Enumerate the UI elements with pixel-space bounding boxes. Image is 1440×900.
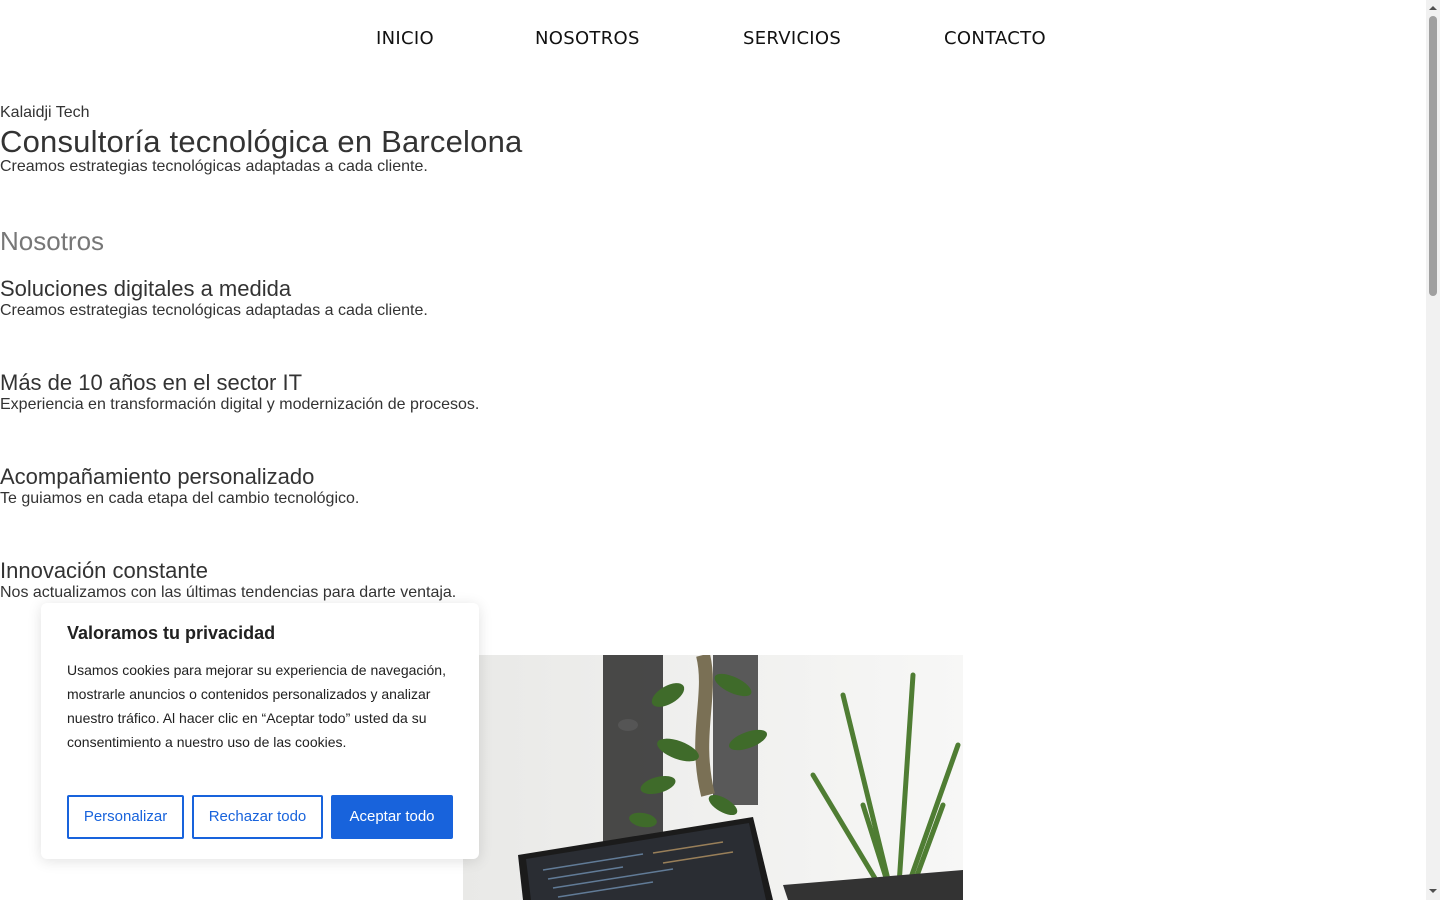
nav-link-nosotros[interactable]: NOSOTROS <box>535 28 640 49</box>
feature-title: Más de 10 años en el sector IT <box>0 370 303 395</box>
feature-title: Soluciones digitales a medida <box>0 276 292 301</box>
scroll-down-arrow-icon[interactable] <box>1428 886 1438 896</box>
laptop-plants-illustration <box>463 655 963 900</box>
page: INICIO NOSOTROS SERVICIOS CONTACTO Kalai… <box>0 0 1440 900</box>
vertical-scrollbar[interactable] <box>1426 0 1440 900</box>
hero-subtitle: Creamos estrategias tecnológicas adaptad… <box>0 158 428 175</box>
hero-title: Consultoría tecnológica en Barcelona <box>0 124 523 159</box>
cookie-banner-title: Valoramos tu privacidad <box>67 623 276 643</box>
nav-link-contacto[interactable]: CONTACTO <box>944 28 1046 49</box>
cookie-banner-description: Usamos cookies para mejorar su experienc… <box>67 662 446 750</box>
reject-all-cookies-button[interactable]: Rechazar todo <box>192 795 323 839</box>
laptop-plants-photo <box>463 655 963 900</box>
section-title-nosotros: Nosotros <box>0 226 105 256</box>
feature-text: Nos actualizamos con las últimas tendenc… <box>0 584 457 601</box>
customize-cookies-button[interactable]: Personalizar <box>67 795 184 839</box>
nav-link-servicios[interactable]: SERVICIOS <box>743 28 841 49</box>
feature-text: Creamos estrategias tecnológicas adaptad… <box>0 302 428 319</box>
cookie-consent-banner: Valoramos tu privacidad Usamos cookies p… <box>41 603 479 859</box>
feature-title: Acompañamiento personalizado <box>0 464 315 489</box>
feature-text: Te guiamos en cada etapa del cambio tecn… <box>0 490 360 507</box>
scrollbar-thumb[interactable] <box>1429 16 1437 296</box>
accept-all-cookies-button[interactable]: Aceptar todo <box>331 795 453 839</box>
feature-text: Experiencia en transformación digital y … <box>0 396 480 413</box>
main-navigation: INICIO NOSOTROS SERVICIOS CONTACTO <box>0 28 1426 52</box>
feature-title: Innovación constante <box>0 558 208 583</box>
nav-link-inicio[interactable]: INICIO <box>376 28 434 49</box>
scroll-up-arrow-icon[interactable] <box>1428 3 1438 13</box>
brand-name: Kalaidji Tech <box>0 104 90 121</box>
